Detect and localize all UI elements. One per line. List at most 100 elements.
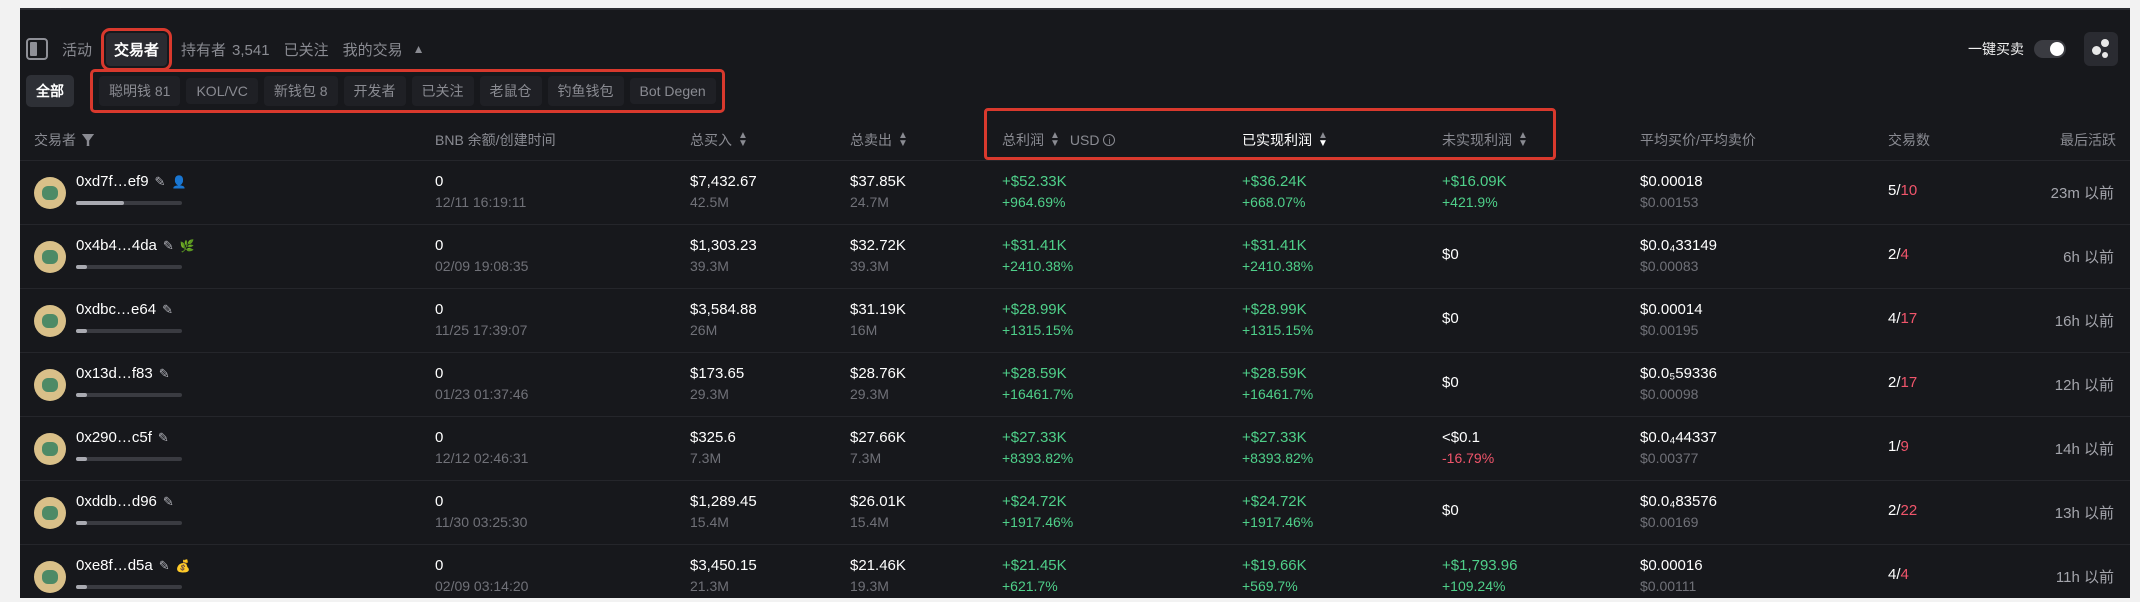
edit-icon[interactable]: ✎ bbox=[155, 174, 166, 190]
share-button[interactable] bbox=[2084, 32, 2118, 66]
avg-buy-price: $0.0₄33149 bbox=[1640, 237, 1718, 254]
sell-count: 22 bbox=[1900, 502, 1918, 519]
unrealized-cell: $0 bbox=[1442, 502, 1459, 520]
trades-count: 2/17 bbox=[1888, 374, 1917, 391]
filter-followed[interactable]: 已关注 bbox=[411, 76, 474, 106]
address-text: 0x290…c5f bbox=[76, 429, 152, 446]
avatar[interactable] bbox=[34, 177, 66, 209]
filter-developer[interactable]: 开发者 bbox=[343, 76, 406, 106]
filter-all[interactable]: 全部 bbox=[26, 75, 74, 107]
table-row[interactable]: 0xd7f…ef9 ✎ 👤 0 12/11 16:19:11 $7,432.67 42.5M… bbox=[20, 160, 2130, 225]
col-trader[interactable]: 交易者 bbox=[34, 120, 94, 160]
filter-phishing[interactable]: 钓鱼钱包 bbox=[547, 76, 624, 106]
unrealized-pct: +421.9% bbox=[1442, 194, 1498, 210]
pnl-value: +$31.41K bbox=[1002, 237, 1067, 254]
realized-cell: +$27.33K +8393.82% bbox=[1242, 429, 1313, 467]
filter-insider[interactable]: 老鼠仓 bbox=[479, 76, 542, 106]
filter-kol-vc[interactable]: KOL/VC bbox=[186, 78, 258, 104]
one-click-trade-label: 一键买卖 bbox=[1968, 41, 2024, 57]
edit-icon[interactable]: ✎ bbox=[159, 558, 170, 574]
unrealized-cell: $0 bbox=[1442, 374, 1459, 392]
edit-icon[interactable]: ✎ bbox=[163, 494, 174, 510]
sell-count: 4 bbox=[1900, 246, 1909, 263]
filter-new-wallet[interactable]: 新钱包 8 bbox=[263, 76, 338, 106]
avatar[interactable] bbox=[34, 241, 66, 273]
table-row[interactable]: 0x4b4…4da ✎ 🌿 0 02/09 19:08:35 $1,303.23 39.3M… bbox=[20, 224, 2130, 289]
edit-icon[interactable]: ✎ bbox=[159, 366, 170, 382]
sell-count: 4 bbox=[1900, 566, 1909, 583]
last-active: 16h 以前 bbox=[2054, 313, 2114, 330]
trader-address[interactable]: 0x13d…f83 ✎ bbox=[76, 365, 170, 382]
trader-address[interactable]: 0xdbc…e64 ✎ bbox=[76, 301, 173, 318]
avatar[interactable] bbox=[34, 305, 66, 337]
sold-cell: $26.01K 15.4M bbox=[850, 493, 906, 531]
sold-cell: $32.72K 39.3M bbox=[850, 237, 906, 275]
unrealized-cell: +$1,793.96 +109.24% bbox=[1442, 557, 1518, 595]
col-bought[interactable]: 总买入 ▲ ▼ bbox=[690, 120, 748, 160]
top-divider bbox=[20, 8, 2130, 10]
col-unrealized[interactable]: 未实现利润 ▲ ▼ bbox=[1442, 120, 1528, 160]
bought-cell: $1,303.23 39.3M bbox=[690, 237, 757, 275]
avatar[interactable] bbox=[34, 497, 66, 529]
realized-pct: +1315.15% bbox=[1242, 322, 1314, 338]
col-sold[interactable]: 总卖出 ▲ ▼ bbox=[850, 120, 908, 160]
trader-address[interactable]: 0xe8f…d5a ✎ 💰 bbox=[76, 557, 191, 574]
bought-qty: 26M bbox=[690, 322, 718, 338]
trader-address[interactable]: 0x290…c5f ✎ bbox=[76, 429, 169, 446]
realized-value: +$24.72K bbox=[1242, 493, 1307, 510]
table-row[interactable]: 0xddb…d96 ✎ 0 11/30 03:25:30 $1,289.45 15.4M $… bbox=[20, 480, 2130, 545]
filter-smart-money[interactable]: 聪明钱 81 bbox=[99, 76, 181, 106]
edit-icon[interactable]: ✎ bbox=[162, 302, 173, 318]
pnl-cell: +$28.59K +16461.7% bbox=[1002, 365, 1073, 403]
trader-address[interactable]: 0xd7f…ef9 ✎ 👤 bbox=[76, 173, 186, 190]
col-pnl[interactable]: 总利润 ▲ ▼ USD i bbox=[1002, 120, 1116, 160]
pnl-cell: +$28.99K +1315.15% bbox=[1002, 301, 1073, 339]
bought-cell: $1,289.45 15.4M bbox=[690, 493, 757, 531]
col-realized[interactable]: 已实现利润 ▲ ▼ bbox=[1242, 120, 1328, 160]
sold-qty: 24.7M bbox=[850, 194, 889, 210]
tab-followed[interactable]: 已关注 bbox=[284, 39, 329, 60]
sort-icon: ▲ ▼ bbox=[898, 130, 908, 149]
avg-buy-price: $0.00018 bbox=[1640, 173, 1703, 190]
pnl-value: +$21.45K bbox=[1002, 557, 1067, 574]
avg-sell-price: $0.00083 bbox=[1640, 258, 1699, 274]
table-row[interactable]: 0xdbc…e64 ✎ 0 11/25 17:39:07 $3,584.88 26M $31… bbox=[20, 288, 2130, 353]
table-row[interactable]: 0x290…c5f ✎ 0 12/12 02:46:31 $325.6 7.3M $27.6… bbox=[20, 416, 2130, 481]
currency-toggle[interactable]: USD bbox=[1070, 132, 1100, 148]
avatar[interactable] bbox=[34, 433, 66, 465]
tab-my-trades[interactable]: 我的交易 bbox=[343, 39, 403, 60]
sold-qty: 16M bbox=[850, 322, 878, 338]
sidebar-toggle-icon[interactable] bbox=[26, 38, 48, 60]
realized-pct: +16461.7% bbox=[1242, 386, 1314, 402]
tag-icon: 👤 bbox=[171, 174, 187, 189]
trader-address[interactable]: 0x4b4…4da ✎ 🌿 bbox=[76, 237, 195, 254]
realized-cell: +$28.59K +16461.7% bbox=[1242, 365, 1313, 403]
avg-sell-price: $0.00377 bbox=[1640, 450, 1699, 466]
avg-price-cell: $0.00018 $0.00153 bbox=[1640, 173, 1703, 211]
sold-value: $27.66K bbox=[850, 429, 906, 446]
caret-up-icon[interactable]: ▲ bbox=[413, 42, 425, 56]
sort-icon: ▲ ▼ bbox=[1050, 130, 1060, 149]
holding-bar bbox=[76, 393, 182, 397]
filter-bot-degen[interactable]: Bot Degen bbox=[629, 78, 716, 104]
table-row[interactable]: 0xe8f…d5a ✎ 💰 0 02/09 03:14:20 $3,450.15 21.3M… bbox=[20, 544, 2130, 598]
tab-activity[interactable]: 活动 bbox=[62, 39, 92, 60]
edit-icon[interactable]: ✎ bbox=[158, 430, 169, 446]
collapse-caret-icon[interactable]: ⌃ bbox=[52, 8, 64, 19]
bnb-balance: 0 bbox=[435, 237, 444, 254]
holding-bar-fill bbox=[76, 585, 87, 589]
avg-buy-price: $0.00014 bbox=[1640, 301, 1703, 318]
avg-price-cell: $0.0₅59336 $0.00098 bbox=[1640, 365, 1717, 403]
tab-holders[interactable]: 持有者 3,541 bbox=[181, 39, 270, 60]
avg-sell-price: $0.00153 bbox=[1640, 194, 1699, 210]
realized-cell: +$19.66K +569.7% bbox=[1242, 557, 1307, 595]
avatar[interactable] bbox=[34, 561, 66, 593]
filter-icon[interactable] bbox=[82, 134, 94, 146]
table-row[interactable]: 0x13d…f83 ✎ 0 01/23 01:37:46 $173.65 29.3M $28… bbox=[20, 352, 2130, 417]
avg-buy-price: $0.00016 bbox=[1640, 557, 1703, 574]
one-click-trade-toggle[interactable] bbox=[2034, 40, 2066, 58]
avatar[interactable] bbox=[34, 369, 66, 401]
edit-icon[interactable]: ✎ bbox=[163, 238, 174, 254]
tab-traders[interactable]: 交易者 bbox=[101, 27, 173, 71]
trader-address[interactable]: 0xddb…d96 ✎ bbox=[76, 493, 174, 510]
